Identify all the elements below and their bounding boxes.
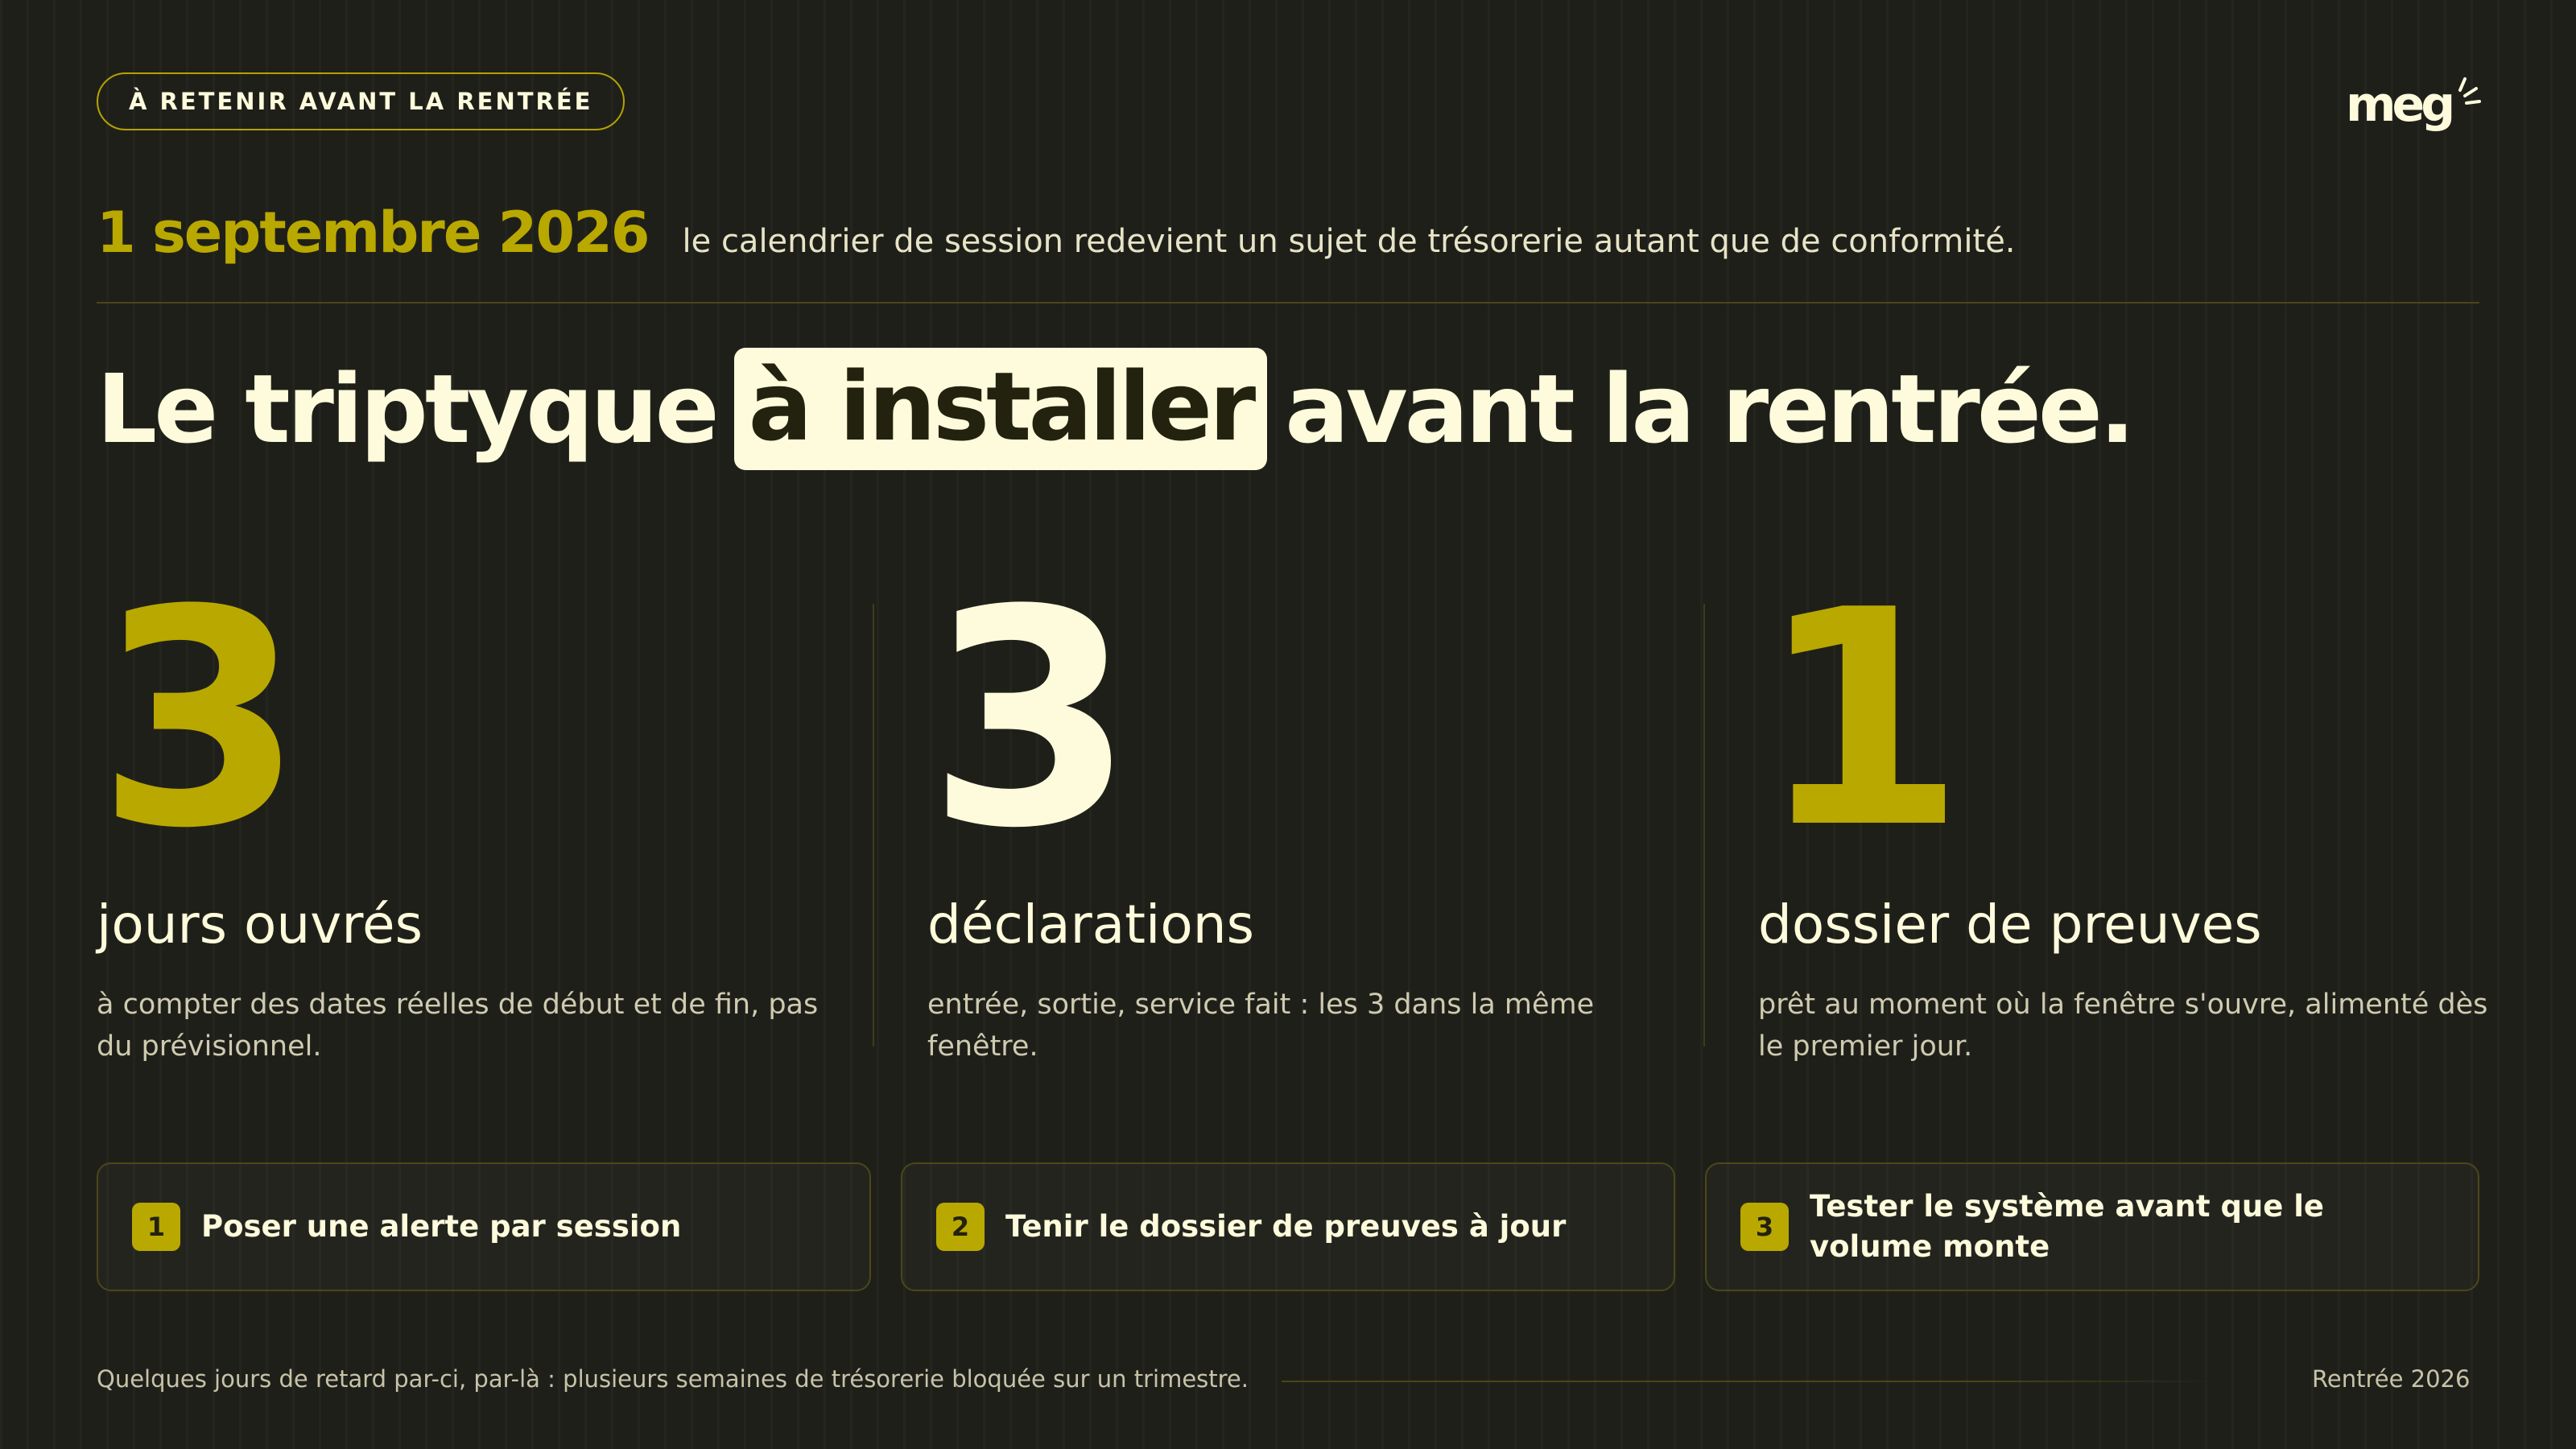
step-text: Tenir le dossier de preuves à jour [1005, 1209, 1567, 1244]
logo-text: meg [2346, 76, 2451, 133]
stat-description: prêt au moment où la fenêtre s'ouvre, al… [1758, 989, 2488, 1063]
stat-evidence-file: 1 dossier de preuves prêt au moment où l… [1758, 547, 2531, 1063]
column-divider [1703, 604, 1705, 1046]
header-divider [97, 302, 2479, 303]
footer-divider [1282, 1381, 2215, 1382]
stat-number: 3 [927, 547, 1134, 894]
stat-label: jours ouvrés [97, 894, 423, 956]
headline: Le triptyque à installer avant la rentré… [97, 348, 2136, 470]
headline-highlight: à installer [733, 348, 1268, 470]
step-number-badge: 2 [936, 1203, 985, 1251]
step-card-2: 2 Tenir le dossier de preuves à jour [901, 1162, 1675, 1291]
step-card-3: 3 Tester le système avant que le volume … [1705, 1162, 2479, 1291]
stat-number: 3 [97, 547, 303, 894]
headline-start: Le triptyque [97, 353, 720, 464]
stat-label: dossier de preuves [1758, 894, 2262, 956]
stat-declarations: 3 déclarations entrée, sortie, service f… [927, 547, 1700, 1063]
footer-label: Rentrée 2026 [2312, 1365, 2471, 1393]
key-date-description: le calendrier de session redevient un su… [682, 223, 2016, 260]
stat-working-days: 3 jours ouvrés à compter des dates réell… [97, 547, 869, 1063]
step-text: Tester le système avant que le volume mo… [1810, 1189, 2325, 1264]
headline-end: avant la rentrée. [1285, 353, 2136, 464]
column-divider [873, 604, 874, 1046]
meg-logo: meg [2346, 76, 2481, 133]
date-row: 1 septembre 2026 le calendrier de sessio… [97, 200, 2016, 266]
step-number-badge: 1 [132, 1203, 180, 1251]
step-number-badge: 3 [1740, 1203, 1789, 1251]
step-card-1: 1 Poser une alerte par session [97, 1162, 871, 1291]
section-badge: À RETENIR AVANT LA RENTRÉE [97, 72, 625, 130]
footer-note: Quelques jours de retard par-ci, par-là … [97, 1365, 1249, 1393]
stat-description: entrée, sortie, service fait : les 3 dan… [927, 989, 1595, 1063]
logo-rays-icon [2458, 77, 2481, 105]
stat-label: déclarations [927, 894, 1254, 956]
step-text: Poser une alerte par session [201, 1209, 682, 1244]
stat-number: 1 [1758, 547, 1965, 894]
stat-description: à compter des dates réelles de début et … [97, 989, 819, 1063]
key-date: 1 septembre 2026 [97, 200, 650, 266]
